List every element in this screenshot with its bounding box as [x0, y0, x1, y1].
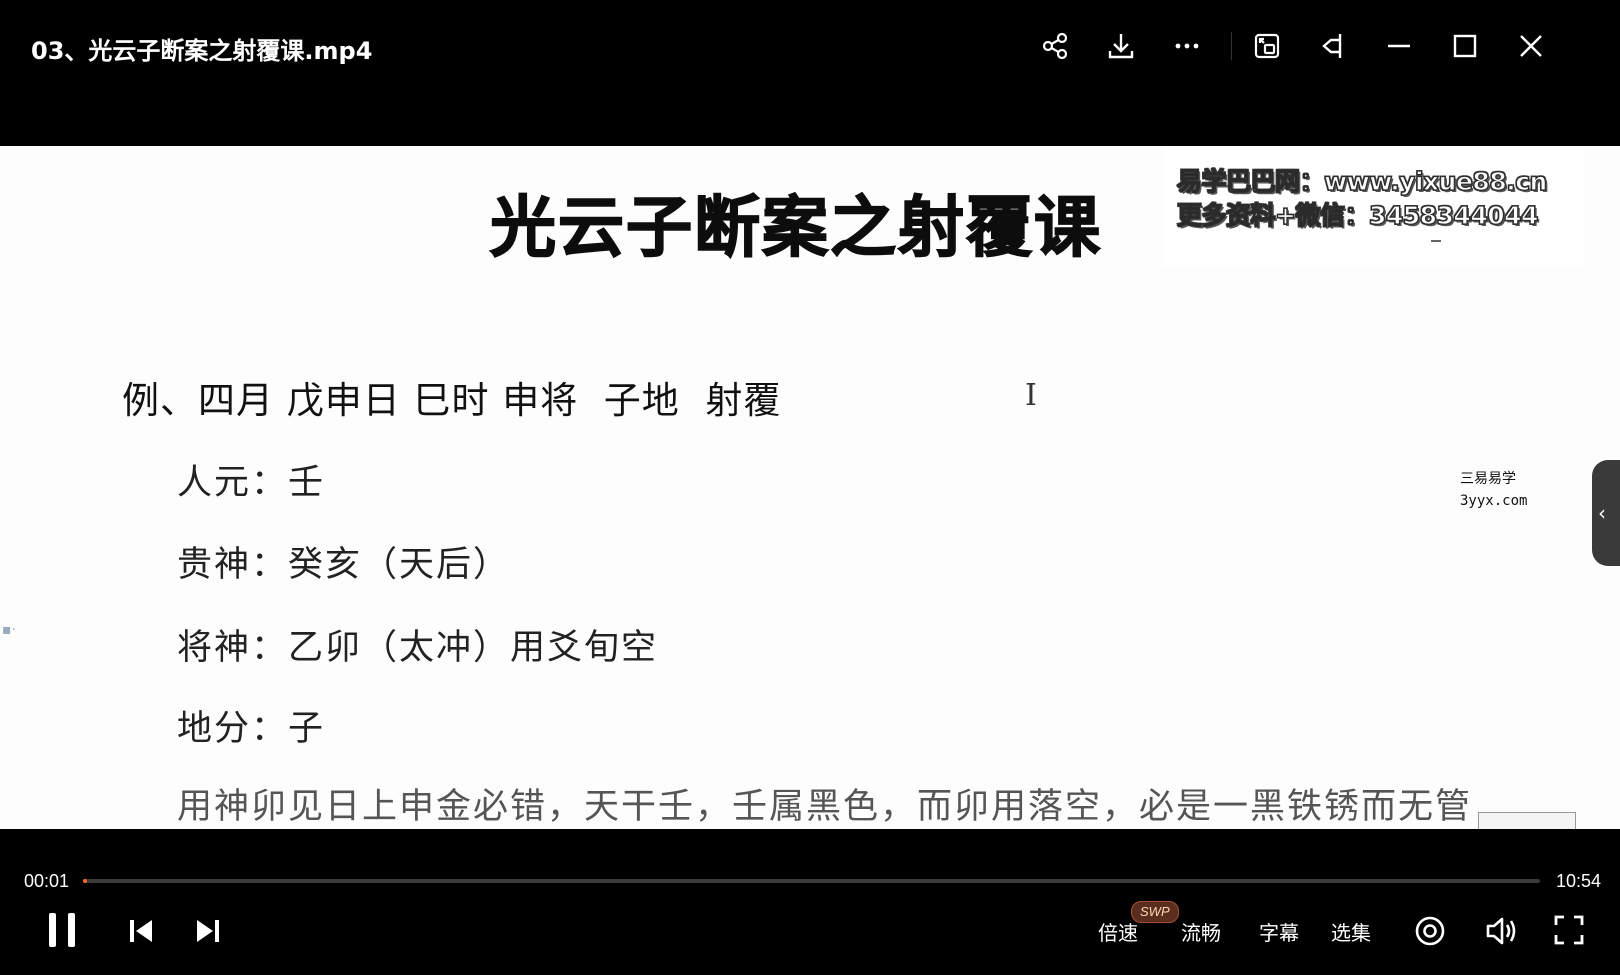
svip-badge: SWP — [1131, 901, 1179, 923]
episodes-button[interactable]: 选集 — [1331, 917, 1371, 946]
quality-button[interactable]: 流畅 — [1181, 917, 1221, 946]
share-icon[interactable] — [1033, 26, 1077, 66]
target-icon — [1415, 916, 1445, 946]
minimize-icon[interactable] — [1377, 26, 1421, 66]
pin-top-icon[interactable] — [1311, 26, 1355, 66]
watermark-contact: 更多资料+微信：3458344044 — [1176, 200, 1539, 230]
edge-marker-icon: ▪· — [2, 622, 16, 638]
site-watermark-name: 三易易学 — [1460, 471, 1516, 487]
current-time: 00:01 — [24, 871, 70, 891]
text-cursor-icon: I — [1025, 378, 1037, 413]
duration: 10:54 — [1555, 871, 1601, 891]
volume-icon — [1486, 917, 1516, 945]
site-watermark-url: 3yyx.com — [1460, 493, 1528, 509]
example-heading: 例、四月 戊申日 巳时 申将 子地 射覆 — [122, 379, 782, 422]
skip-next-icon — [197, 920, 219, 942]
watermark-dash — [1431, 240, 1441, 242]
title-bar[interactable]: 03、光云子断案之射覆课.mp4 — [0, 0, 1620, 100]
more-icon[interactable] — [1165, 26, 1209, 66]
speed-button[interactable]: 倍速 — [1098, 917, 1138, 946]
volume-button[interactable] — [1484, 914, 1518, 948]
previous-button[interactable] — [127, 917, 155, 945]
pause-button[interactable] — [46, 911, 78, 949]
slide-row-difen: 地分：子 — [177, 709, 326, 749]
slide-row-jiangshen: 将神：乙卯（太冲）用爻旬空 — [177, 628, 659, 668]
slide-row-guishen: 贵神：癸亥（天后） — [177, 545, 511, 585]
video-player-window: 03、光云子断案之射覆课.mp4 光云子断案之射覆课 易学巴巴网：www.yix… — [0, 0, 1620, 975]
slide-title: 光云子断案之射覆课 — [489, 188, 1102, 267]
progress-fill — [83, 879, 87, 883]
site-watermark: 三易易学 3yyx.com — [1460, 468, 1527, 512]
chevron-left-icon: ‹ — [1598, 501, 1606, 525]
slide-row-renyuan: 人元：壬 — [177, 463, 326, 503]
fullscreen-button[interactable] — [1553, 914, 1585, 946]
settings-button[interactable] — [1413, 914, 1447, 948]
pause-icon — [49, 913, 75, 947]
close-icon[interactable] — [1509, 26, 1553, 66]
fullscreen-icon — [1554, 915, 1584, 945]
watermark-site: 易学巴巴网：www.yixue88.cn — [1176, 166, 1548, 196]
subtitle-button[interactable]: 字幕 — [1259, 917, 1299, 946]
picture-in-picture-icon[interactable] — [1245, 26, 1289, 66]
watermark-overlay: 易学巴巴网：www.yixue88.cn 更多资料+微信：3458344044 — [1163, 146, 1583, 267]
slide-row-cut-off: 用神卯见日上申金必错，天干壬，壬属黑色，而卯用落空，必是一黑铁锈而无管 — [177, 787, 1473, 827]
next-button[interactable] — [194, 917, 222, 945]
embedded-frame-box — [1478, 812, 1576, 829]
video-title: 03、光云子断案之射覆课.mp4 — [31, 37, 373, 65]
video-frame[interactable]: 光云子断案之射覆课 易学巴巴网：www.yixue88.cn 更多资料+微信：3… — [0, 146, 1620, 829]
progress-bar[interactable] — [83, 879, 1540, 883]
skip-previous-icon — [130, 920, 152, 942]
player-controls: 00:01 10:54 倍速 SWP 流畅 字幕 选集 — [0, 829, 1620, 975]
toolbar-divider — [1231, 32, 1232, 60]
side-panel-toggle[interactable]: ‹ — [1592, 460, 1620, 566]
download-icon[interactable] — [1099, 26, 1143, 66]
maximize-icon[interactable] — [1443, 26, 1487, 66]
